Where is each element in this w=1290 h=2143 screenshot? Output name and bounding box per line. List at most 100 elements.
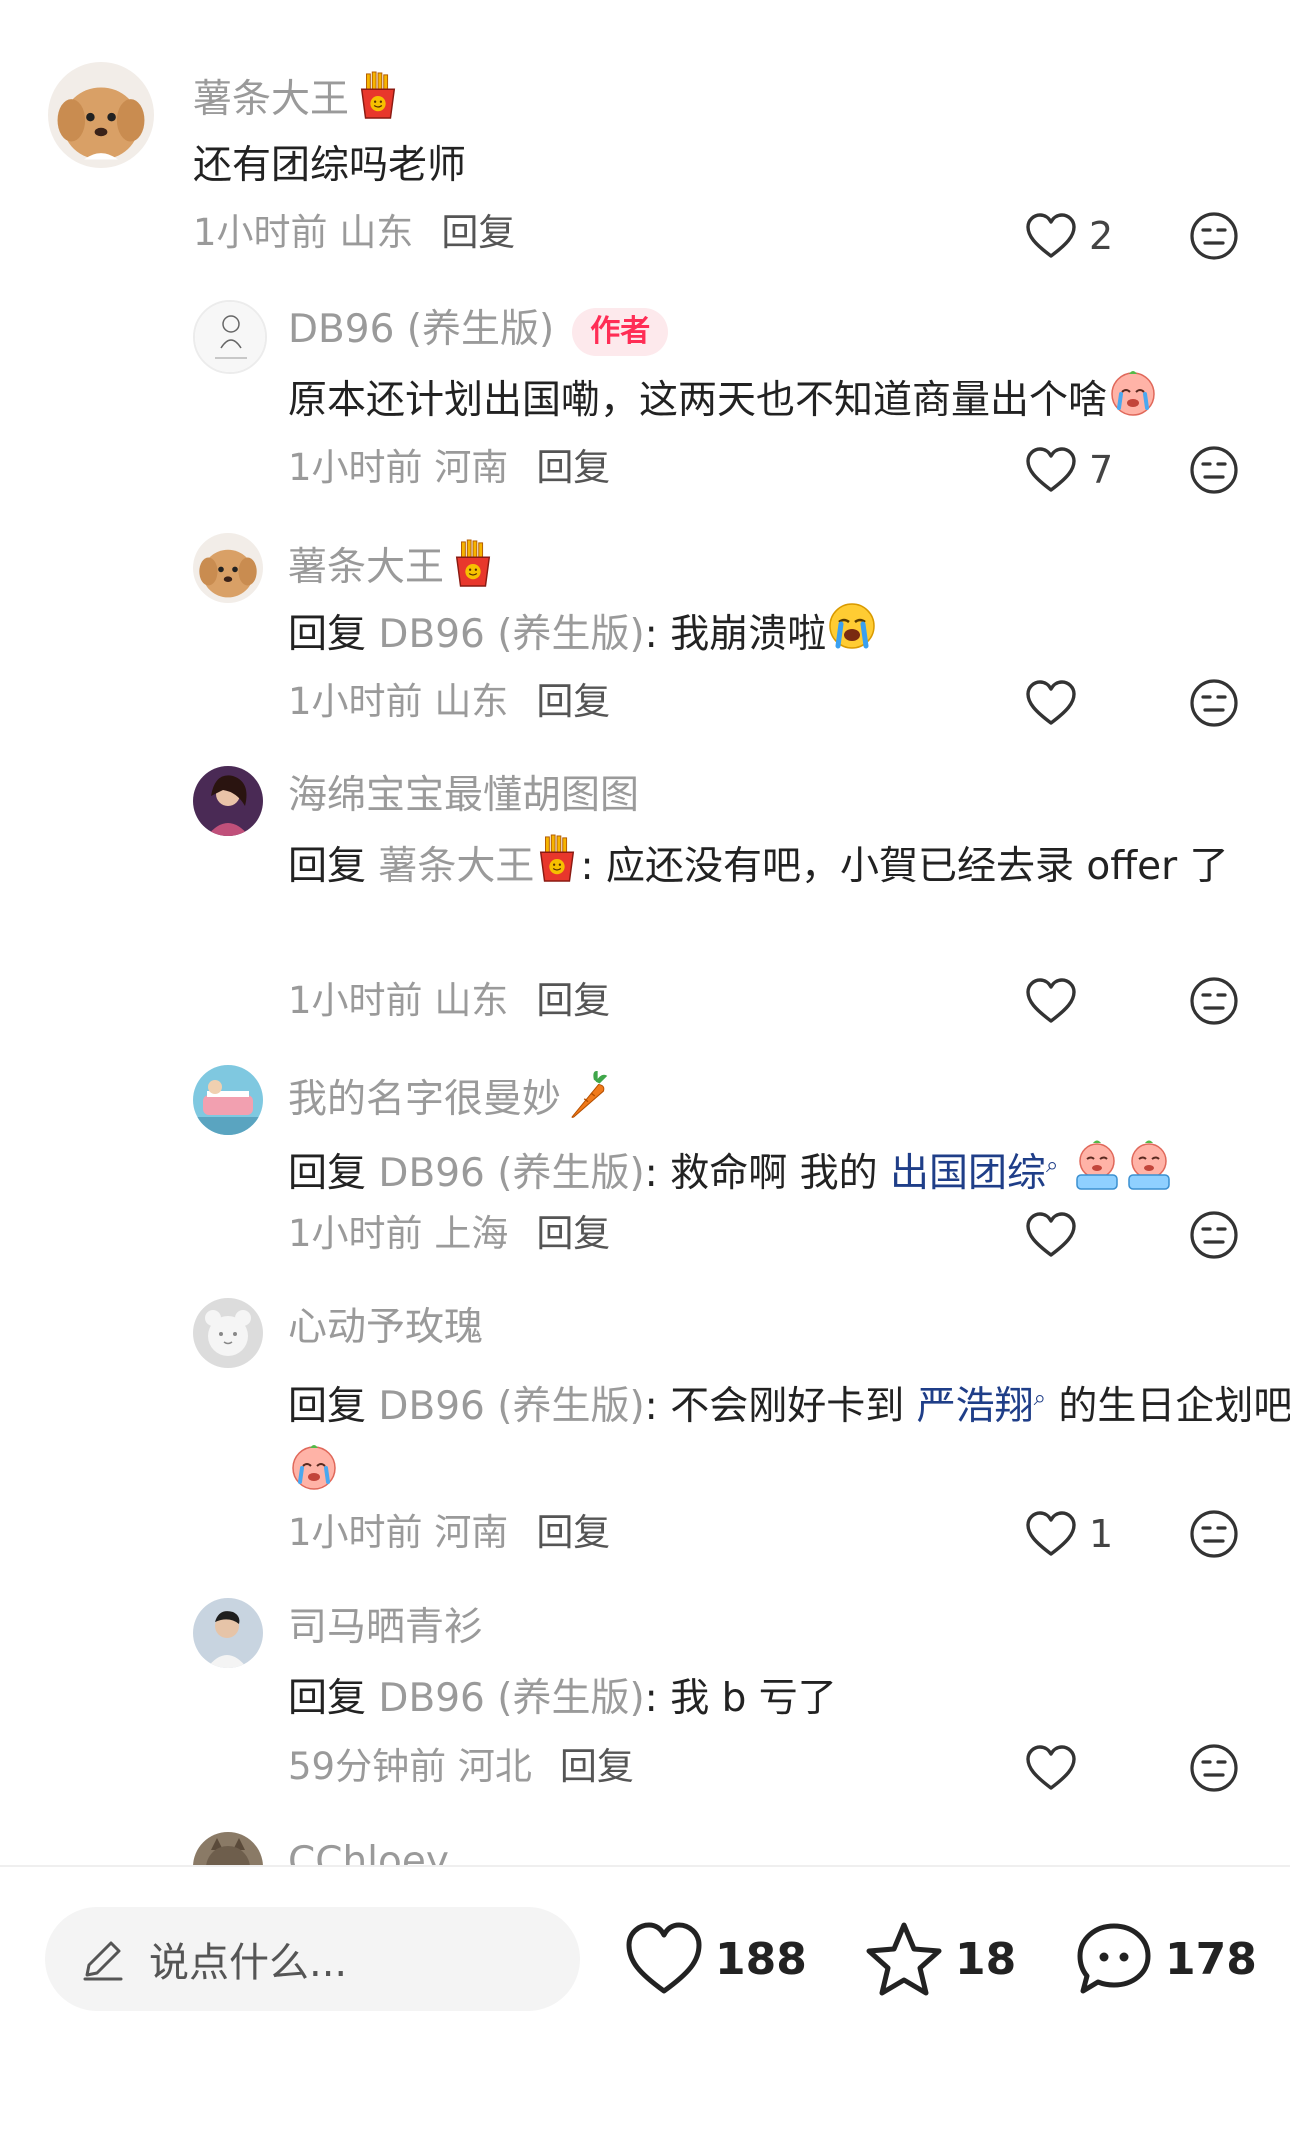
comment-meta: 59分钟前 河北 回复 xyxy=(288,1745,634,1788)
crying-emoji xyxy=(1107,366,1159,439)
star-icon xyxy=(866,1922,942,1996)
search-icon: ⌕ xyxy=(1033,1386,1046,1411)
reply-button[interactable]: 回复 xyxy=(536,680,610,723)
favorite-button[interactable]: 18 xyxy=(865,1907,1016,2011)
comments-button[interactable]: 178 xyxy=(1075,1907,1257,2011)
like-button[interactable]: 7 xyxy=(1025,440,1113,500)
fries-emoji xyxy=(450,538,496,601)
like-count: 7 xyxy=(1089,448,1114,492)
person-avatar-image xyxy=(193,766,263,836)
dislike-face-icon[interactable] xyxy=(1188,1742,1240,1794)
like-button[interactable] xyxy=(1025,971,1077,1031)
comment-input[interactable]: 说点什么... xyxy=(45,1907,580,2011)
fries-emoji xyxy=(355,70,401,133)
comment-text: 回复 DB96 (养生版): 救命啊 我的 出国团综⌕ xyxy=(288,1132,1290,1212)
like-count: 1 xyxy=(1089,1512,1114,1556)
commenter-name[interactable]: DB96 (养生版) 作者 xyxy=(288,305,669,356)
dislike-face-icon[interactable] xyxy=(1188,975,1240,1027)
reply-target-name[interactable]: 薯条大王 xyxy=(378,844,580,889)
heart-icon xyxy=(1025,212,1077,260)
comment-meta: 1小时前 山东 回复 xyxy=(193,211,516,254)
avatar[interactable] xyxy=(193,766,263,836)
heart-icon xyxy=(1025,1211,1077,1259)
comment-meta: 1小时前 山东 回复 xyxy=(288,680,611,723)
crying-bucket-emoji xyxy=(1071,1139,1123,1212)
dislike-face-icon[interactable] xyxy=(1188,1508,1240,1560)
comment-text: 回复 DB96 (养生版): 不会刚好卡到 严浩翔⌕ 的生日企划吧 xyxy=(288,1365,1290,1513)
dislike-face-icon[interactable] xyxy=(1188,444,1240,496)
comment-text: 回复 DB96 (养生版): 我 b 亏了 xyxy=(288,1676,837,1721)
post-like-count: 188 xyxy=(715,1933,807,1985)
heart-icon xyxy=(1025,1744,1077,1792)
comment-meta: 1小时前 河南 回复 xyxy=(288,1511,611,1554)
heart-icon xyxy=(1025,1510,1077,1558)
cat-avatar-image xyxy=(193,1832,263,1865)
like-button[interactable]: 1 xyxy=(1025,1504,1113,1564)
bottom-action-bar: 说点什么... 188 18 178 xyxy=(0,1865,1290,2143)
author-badge: 作者 xyxy=(572,307,669,356)
search-icon: ⌕ xyxy=(1046,1153,1059,1178)
heart-icon xyxy=(626,1922,702,1994)
commenter-name[interactable]: 海绵宝宝最懂胡图图 xyxy=(288,771,639,821)
comment-meta: 1小时前 河南 回复 xyxy=(288,446,611,489)
commenter-name[interactable]: 薯条大王 xyxy=(193,70,401,133)
avatar[interactable] xyxy=(193,300,267,374)
reply-button[interactable]: 回复 xyxy=(441,211,515,254)
avatar[interactable] xyxy=(193,1598,263,1668)
comment-input-placeholder[interactable]: 说点什么... xyxy=(149,1930,347,1988)
puppy-avatar-image xyxy=(193,533,263,603)
commenter-name[interactable]: 薯条大王 xyxy=(288,538,496,601)
puppy-avatar-image xyxy=(48,62,154,168)
reply-target-name[interactable]: DB96 (养生版) xyxy=(378,1384,644,1429)
like-button[interactable] xyxy=(1025,1738,1077,1798)
reply-target-name[interactable]: DB96 (养生版) xyxy=(378,612,644,657)
fries-emoji xyxy=(534,833,580,904)
comment-meta: 1小时前 山东 回复 xyxy=(288,979,611,1022)
reply-target-name[interactable]: DB96 (养生版) xyxy=(378,1676,644,1721)
like-count: 2 xyxy=(1089,214,1114,258)
reply-button[interactable]: 回复 xyxy=(536,1212,610,1255)
illustration-avatar-image xyxy=(193,1065,263,1135)
commenter-name[interactable]: 心动予玫瑰 xyxy=(288,1303,483,1353)
heart-icon xyxy=(1025,446,1077,494)
sketch-avatar-image xyxy=(195,302,265,372)
reply-button[interactable]: 回复 xyxy=(536,446,610,489)
commenter-name[interactable]: CChloey xyxy=(288,1837,449,1865)
like-post-button[interactable]: 188 xyxy=(625,1907,807,2011)
crying-emoji xyxy=(288,1440,340,1513)
loudly-crying-emoji xyxy=(826,600,878,673)
avatar[interactable] xyxy=(193,1298,263,1368)
pencil-icon xyxy=(83,1941,123,1981)
dislike-face-icon[interactable] xyxy=(1188,210,1240,262)
commenter-name[interactable]: 司马晒青衫 xyxy=(288,1603,483,1653)
comment-text: 还有团综吗老师 xyxy=(193,143,467,188)
comment-count: 178 xyxy=(1165,1933,1257,1985)
reply-button[interactable]: 回复 xyxy=(560,1745,634,1788)
heart-icon xyxy=(1025,679,1077,727)
reply-target-name[interactable]: DB96 (养生版) xyxy=(378,1151,644,1196)
avatar[interactable] xyxy=(193,1065,263,1135)
dislike-face-icon[interactable] xyxy=(1188,677,1240,729)
avatar[interactable] xyxy=(48,62,154,168)
comment-thread[interactable]: 薯条大王 还有团综吗老师 1小时前 山东 回复 2 DB96 (养生版) 作者 原本… xyxy=(0,0,1290,1865)
crying-bucket-emoji xyxy=(1123,1139,1175,1212)
like-button[interactable]: 2 xyxy=(1025,206,1113,266)
comment-text: 回复 DB96 (养生版): 我崩溃啦 xyxy=(288,600,1290,673)
reply-button[interactable]: 回复 xyxy=(536,979,610,1022)
topic-link[interactable]: 出国团综⌕ xyxy=(890,1151,1058,1196)
heart-icon xyxy=(1025,977,1077,1025)
comment-bubble-icon xyxy=(1077,1923,1151,1994)
comment-text: 原本还计划出国嘞，这两天也不知道商量出个啥 xyxy=(288,366,1290,439)
avatar[interactable] xyxy=(193,533,263,603)
dislike-face-icon[interactable] xyxy=(1188,1209,1240,1261)
like-button[interactable] xyxy=(1025,1205,1077,1265)
comment-meta: 1小时前 上海 回复 xyxy=(288,1212,611,1255)
like-button[interactable] xyxy=(1025,673,1077,733)
topic-link[interactable]: 严浩翔⌕ xyxy=(917,1384,1046,1429)
comment-text: 回复 薯条大王: 应还没有吧，小賀已经去录 offer 了 xyxy=(288,833,1290,904)
commenter-name[interactable]: 我的名字很曼妙 xyxy=(288,1070,613,1133)
avatar[interactable] xyxy=(193,1832,263,1865)
bear-avatar-image xyxy=(193,1298,263,1368)
favorite-count: 18 xyxy=(955,1933,1017,1985)
reply-button[interactable]: 回复 xyxy=(536,1511,610,1554)
